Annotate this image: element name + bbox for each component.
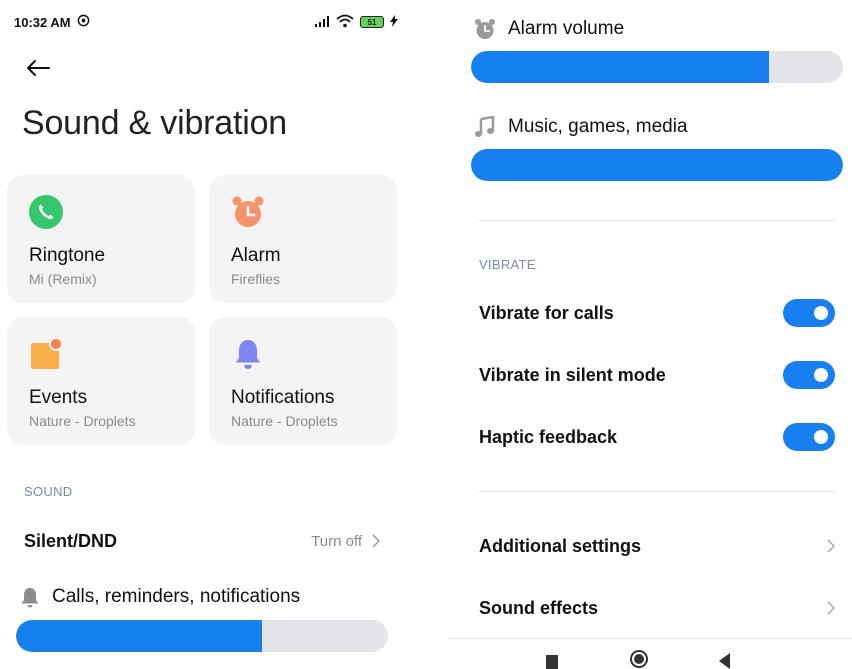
- toggle-knob: [814, 430, 828, 444]
- page-title: Sound & vibration: [22, 104, 287, 142]
- vibrate-silent-label: Vibrate in silent mode: [479, 364, 666, 385]
- back-nav-button[interactable]: [715, 649, 735, 669]
- alarm-clock-icon: [231, 195, 265, 229]
- calls-volume-header: Calls, reminders, notifications: [20, 586, 300, 608]
- tile-subtitle: Nature - Droplets: [231, 413, 338, 429]
- sound-effects-label: Sound effects: [479, 597, 599, 618]
- alarm-clock-icon: [475, 19, 495, 39]
- system-nav-bar: [426, 641, 852, 669]
- sound-effects-row[interactable]: Sound effects: [479, 593, 835, 623]
- vibrate-silent-toggle[interactable]: [783, 361, 835, 389]
- haptic-feedback-row[interactable]: Haptic feedback: [479, 422, 835, 452]
- chevron-right-icon: [827, 539, 835, 553]
- silent-dnd-label: Silent/DND: [24, 530, 118, 551]
- haptic-feedback-label: Haptic feedback: [479, 426, 618, 447]
- hotspot-icon: [77, 14, 90, 30]
- alarm-volume-label: Alarm volume: [508, 18, 625, 39]
- alarm-volume-slider[interactable]: [471, 51, 843, 83]
- sound-section-label: SOUND: [24, 484, 73, 499]
- bell-icon: [231, 337, 265, 371]
- signal-icon: [314, 15, 330, 30]
- alarm-tile[interactable]: Alarm Fireflies: [209, 175, 397, 303]
- calls-volume-slider[interactable]: [16, 620, 388, 652]
- slider-fill: [16, 620, 262, 652]
- slider-fill: [471, 51, 769, 83]
- chevron-right-icon: [372, 534, 380, 548]
- events-tile[interactable]: Events Nature - Droplets: [7, 317, 195, 445]
- chevron-right-icon: [827, 601, 835, 615]
- alarm-volume-header: Alarm volume: [474, 18, 624, 40]
- bell-icon: [21, 588, 39, 608]
- circle-icon: [630, 650, 648, 668]
- arrow-left-icon: [27, 60, 50, 76]
- recents-button[interactable]: [543, 649, 563, 669]
- divider: [478, 220, 835, 221]
- tile-subtitle: Fireflies: [231, 271, 281, 287]
- vibrate-silent-row[interactable]: Vibrate in silent mode: [479, 360, 835, 390]
- haptic-feedback-toggle[interactable]: [783, 423, 835, 451]
- tile-title: Events: [29, 387, 88, 408]
- silent-dnd-row[interactable]: Silent/DND Turn off: [24, 526, 380, 556]
- tile-title: Notifications: [231, 387, 335, 408]
- calendar-event-icon: [29, 337, 63, 371]
- phone-icon: [29, 195, 63, 229]
- triangle-left-icon: [719, 653, 730, 669]
- home-button[interactable]: [629, 649, 649, 669]
- notifications-tile[interactable]: Notifications Nature - Droplets: [209, 317, 397, 445]
- music-note-icon: [475, 116, 495, 137]
- slider-fill: [471, 149, 843, 181]
- additional-settings-label: Additional settings: [479, 535, 641, 556]
- tile-subtitle: Mi (Remix): [29, 271, 97, 287]
- toggle-knob: [814, 306, 828, 320]
- vibrate-calls-row[interactable]: Vibrate for calls: [479, 298, 835, 328]
- charging-icon: [390, 14, 398, 30]
- right-screen: Alarm volume Music, games, media VIBRATE…: [426, 0, 852, 669]
- vibrate-calls-label: Vibrate for calls: [479, 302, 614, 323]
- calls-volume-label: Calls, reminders, notifications: [52, 586, 301, 607]
- media-volume-slider[interactable]: [471, 149, 843, 181]
- left-screen: 10:32 AM 51 Sound & vibration Ringtone M…: [0, 0, 426, 669]
- back-button[interactable]: [22, 52, 54, 84]
- additional-settings-row[interactable]: Additional settings: [479, 531, 835, 561]
- status-time: 10:32 AM: [14, 14, 71, 30]
- wifi-icon: [336, 14, 354, 31]
- silent-dnd-value: Turn off: [311, 532, 362, 550]
- battery-icon: 51: [360, 16, 384, 28]
- divider: [478, 491, 835, 492]
- status-bar: 10:32 AM 51: [14, 12, 398, 32]
- vibrate-calls-toggle[interactable]: [783, 299, 835, 327]
- toggle-knob: [814, 368, 828, 382]
- media-volume-header: Music, games, media: [474, 116, 688, 138]
- ringtone-tile[interactable]: Ringtone Mi (Remix): [7, 175, 195, 303]
- square-icon: [546, 655, 558, 669]
- tile-title: Ringtone: [29, 245, 106, 266]
- media-volume-label: Music, games, media: [508, 116, 688, 137]
- tile-title: Alarm: [231, 245, 281, 266]
- vibrate-section-label: VIBRATE: [479, 257, 536, 272]
- divider: [448, 638, 852, 639]
- tile-subtitle: Nature - Droplets: [29, 413, 136, 429]
